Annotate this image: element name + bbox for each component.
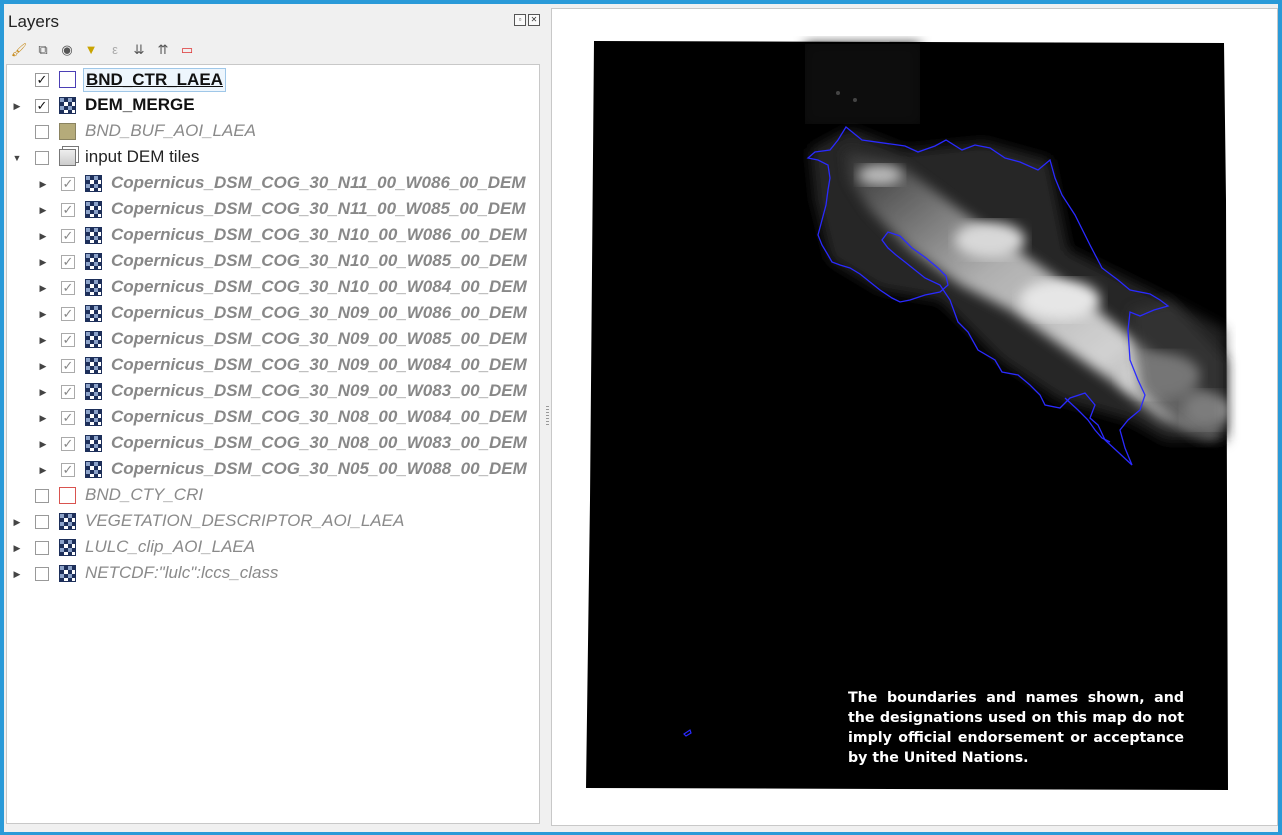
un-disclaimer-text: The boundaries and names shown, and the … (848, 690, 1184, 766)
